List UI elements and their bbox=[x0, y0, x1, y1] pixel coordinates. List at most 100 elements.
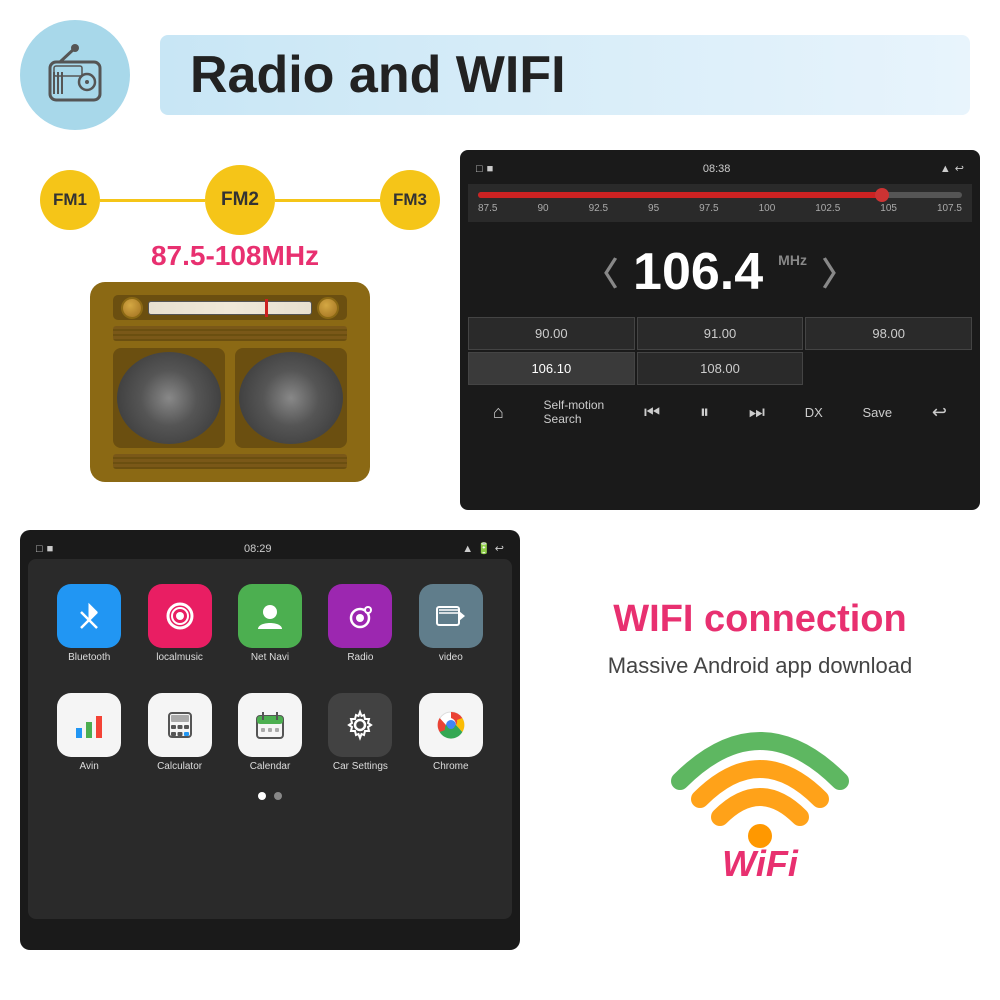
app-video[interactable]: video bbox=[410, 584, 492, 663]
app-car-settings[interactable]: Car Settings bbox=[319, 693, 401, 772]
bottom-content: □ ■ 08:29 ▲ 🔋 ↩ Bluetooth bbox=[0, 520, 1000, 960]
bottom-status-left: □ ■ bbox=[36, 543, 53, 555]
header-section: Radio and WIFI bbox=[0, 0, 1000, 140]
netnavi-app-icon bbox=[238, 584, 302, 648]
fm3-node: FM3 bbox=[380, 170, 440, 230]
wifi-title: WIFI connection bbox=[613, 599, 906, 641]
radio-stripe bbox=[113, 326, 347, 341]
square-icon-2: ■ bbox=[47, 543, 54, 555]
app-avin[interactable]: Avin bbox=[48, 693, 130, 772]
radio-app-icon bbox=[328, 584, 392, 648]
android-home-area: Bluetooth localmusic Net Navi bbox=[28, 559, 512, 919]
bottom-status-right: ▲ 🔋 ↩ bbox=[462, 542, 504, 555]
self-motion-search-btn[interactable]: Self-motionSearch bbox=[544, 398, 605, 426]
radio-screen-panel: □ ■ 08:38 ▲ ↩ 87.5 90 92.5 95 97.5 100 1… bbox=[460, 150, 980, 510]
prev-btn[interactable]: ⏮ bbox=[644, 402, 660, 423]
preset-5[interactable]: 108.00 bbox=[637, 352, 804, 385]
radio-knob-right bbox=[317, 297, 339, 319]
preset-3[interactable]: 98.00 bbox=[805, 317, 972, 350]
page-title: Radio and WIFI bbox=[160, 35, 970, 115]
status-icons-right: ▲ ↩ bbox=[940, 162, 964, 175]
chrome-label: Chrome bbox=[433, 761, 469, 772]
app-chrome[interactable]: Chrome bbox=[410, 693, 492, 772]
back-btn[interactable]: ↩ bbox=[932, 402, 947, 423]
bottom-status-time: 08:29 bbox=[244, 543, 272, 555]
app-radio[interactable]: Radio bbox=[319, 584, 401, 663]
speaker-right bbox=[235, 348, 347, 448]
bluetooth-app-icon bbox=[57, 584, 121, 648]
window-icon: □ bbox=[476, 163, 483, 175]
freq-right-arrow[interactable]: 〉 bbox=[822, 249, 854, 295]
freq-unit: MHz bbox=[778, 252, 807, 268]
fm2-node: FM2 bbox=[205, 165, 275, 235]
bluetooth-label: Bluetooth bbox=[68, 652, 110, 663]
save-btn[interactable]: Save bbox=[863, 405, 893, 420]
left-panel: FM1 FM2 FM3 87.5-108MHz bbox=[20, 150, 440, 510]
fm-frequency-range: 87.5-108MHz bbox=[30, 240, 440, 272]
fm-connector: FM1 FM2 FM3 bbox=[40, 165, 440, 235]
wifi-status-icon: ▲ bbox=[940, 163, 951, 175]
next-btn[interactable]: ⏭ bbox=[749, 402, 765, 423]
status-icons-left: □ ■ bbox=[476, 163, 493, 175]
freq-slider-track[interactable] bbox=[478, 192, 962, 198]
speaker-left bbox=[113, 348, 225, 448]
settings-app-icon bbox=[328, 693, 392, 757]
freq-slider-thumb bbox=[875, 188, 889, 202]
radio-stripe-bottom bbox=[113, 454, 347, 469]
app-grid-row1: Bluetooth localmusic Net Navi bbox=[38, 569, 502, 678]
calculator-label: Calculator bbox=[157, 761, 202, 772]
back-icon: ↩ bbox=[955, 162, 964, 175]
video-label: video bbox=[439, 652, 463, 663]
current-frequency: 106.4 bbox=[633, 242, 763, 302]
preset-2[interactable]: 91.00 bbox=[637, 317, 804, 350]
chrome-app-icon bbox=[419, 693, 483, 757]
app-calculator[interactable]: Calculator bbox=[138, 693, 220, 772]
wifi-panel: WIFI connection Massive Android app down… bbox=[540, 530, 980, 950]
app-bluetooth[interactable]: Bluetooth bbox=[48, 584, 130, 663]
radio-knob-left bbox=[121, 297, 143, 319]
calendar-label: Calendar bbox=[250, 761, 291, 772]
app-netnavi[interactable]: Net Navi bbox=[229, 584, 311, 663]
dot-1 bbox=[258, 792, 266, 800]
radio-frequency-bar: 87.5 90 92.5 95 97.5 100 102.5 105 107.5 bbox=[468, 184, 972, 222]
radio-icon-circle bbox=[20, 20, 130, 130]
localmusic-label: localmusic bbox=[156, 652, 203, 663]
localmusic-app-icon bbox=[148, 584, 212, 648]
square-icon: ■ bbox=[487, 163, 494, 175]
freq-slider-fill bbox=[478, 192, 889, 198]
fm-line-1 bbox=[100, 199, 205, 202]
wifi-icon: ▲ bbox=[462, 543, 473, 555]
video-app-icon bbox=[419, 584, 483, 648]
battery-icon: 🔋 bbox=[477, 542, 491, 555]
home-btn[interactable]: ⌂ bbox=[493, 402, 504, 423]
netnavi-label: Net Navi bbox=[251, 652, 289, 663]
avin-label: Avin bbox=[80, 761, 99, 772]
radio-speakers bbox=[113, 348, 347, 448]
calendar-app-icon bbox=[238, 693, 302, 757]
car-settings-label: Car Settings bbox=[333, 761, 388, 772]
radio-dial bbox=[148, 301, 312, 315]
main-frequency-display: 〈 106.4 MHz 〉 bbox=[468, 227, 972, 312]
radio-label: Radio bbox=[347, 652, 373, 663]
dx-btn[interactable]: DX bbox=[805, 405, 823, 420]
dot-2 bbox=[274, 792, 282, 800]
android-status-bar-top: □ ■ 08:38 ▲ ↩ bbox=[468, 158, 972, 179]
app-localmusic[interactable]: localmusic bbox=[138, 584, 220, 663]
radio-dial-marker bbox=[265, 299, 268, 317]
main-content: FM1 FM2 FM3 87.5-108MHz bbox=[0, 140, 1000, 520]
android-status-bar-bottom: □ ■ 08:29 ▲ 🔋 ↩ bbox=[28, 538, 512, 559]
preset-1[interactable]: 90.00 bbox=[468, 317, 635, 350]
page-dots bbox=[38, 792, 502, 800]
status-time: 08:38 bbox=[703, 163, 731, 175]
freq-left-arrow[interactable]: 〈 bbox=[586, 249, 618, 295]
freq-labels: 87.5 90 92.5 95 97.5 100 102.5 105 107.5 bbox=[478, 203, 962, 214]
window-icon-2: □ bbox=[36, 543, 43, 555]
radio-top-bar bbox=[113, 295, 347, 320]
android-home-screen: □ ■ 08:29 ▲ 🔋 ↩ Bluetooth bbox=[20, 530, 520, 950]
play-pause-btn[interactable]: ⏸ bbox=[700, 402, 709, 423]
preset-grid: 90.00 91.00 98.00 106.10 108.00 bbox=[468, 317, 972, 385]
preset-4[interactable]: 106.10 bbox=[468, 352, 635, 385]
avin-app-icon bbox=[57, 693, 121, 757]
vintage-radio-image bbox=[90, 282, 370, 482]
app-calendar[interactable]: Calendar bbox=[229, 693, 311, 772]
